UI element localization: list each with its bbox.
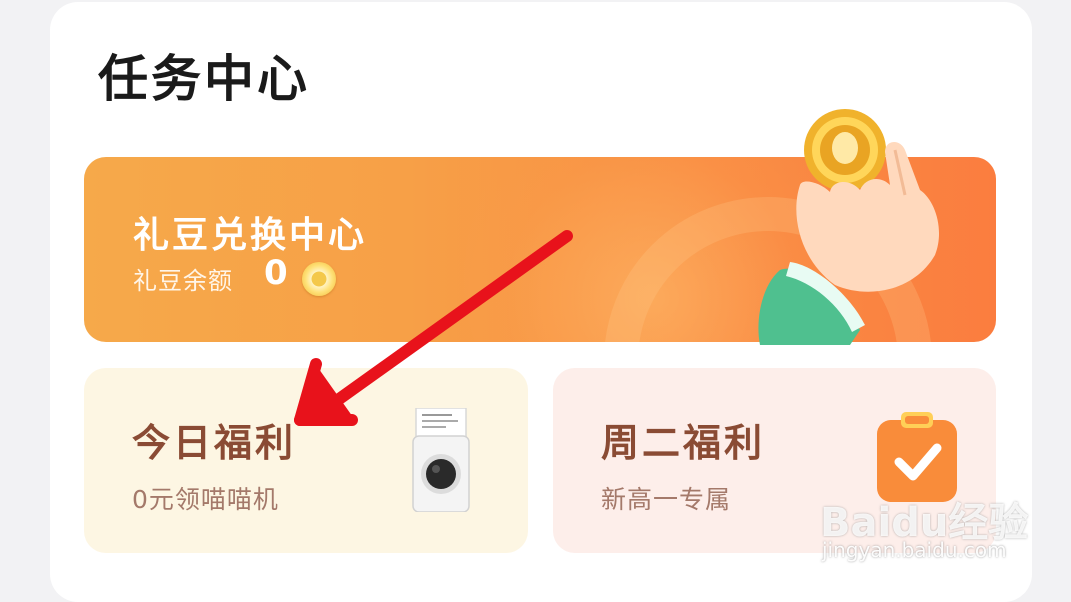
bean-exchange-card[interactable]: 礼豆兑换中心 礼豆余额 0	[84, 157, 996, 342]
baidu-watermark-url: jingyan.baidu.com	[822, 538, 1007, 562]
clipboard-check-icon	[877, 412, 957, 502]
balance-label: 礼豆余额	[133, 267, 233, 295]
today-welfare-subtitle: 0元领喵喵机	[132, 485, 279, 514]
page-title: 任务中心	[98, 50, 310, 108]
printer-icon	[412, 408, 470, 512]
today-welfare-card[interactable]: 今日福利 0元领喵喵机	[84, 368, 528, 553]
today-welfare-title: 今日福利	[132, 421, 297, 465]
tuesday-welfare-subtitle: 新高一专属	[601, 485, 732, 514]
exchange-title: 礼豆兑换中心	[133, 215, 368, 256]
bean-coin-icon	[302, 262, 336, 296]
tuesday-welfare-title: 周二福利	[601, 421, 766, 465]
balance-value: 0	[264, 253, 288, 293]
